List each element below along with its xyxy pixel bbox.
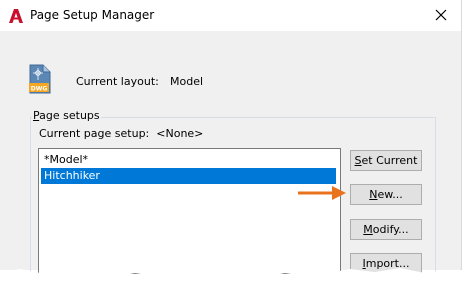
- modify-button[interactable]: Modify...: [350, 219, 422, 240]
- current-page-setup-row: Current page setup: <None>: [39, 127, 203, 140]
- set-current-mnemonic: S: [354, 154, 362, 167]
- modify-rest: odify...: [372, 223, 409, 236]
- set-current-rest: et Current: [361, 154, 418, 167]
- new-rest: ew...: [377, 188, 403, 201]
- page-setup-manager-dialog: Page Setup Manager DWG Current layout: M…: [0, 0, 462, 288]
- page-setups-list[interactable]: *Model* Hitchhiker: [38, 148, 341, 274]
- set-current-button[interactable]: Set Current: [350, 150, 422, 171]
- new-button[interactable]: New...: [350, 184, 422, 205]
- dwg-icon-label: DWG: [31, 86, 48, 93]
- callout-arrow-icon: [298, 186, 346, 200]
- list-item-selected[interactable]: Hitchhiker: [41, 168, 336, 184]
- current-page-setup-value: <None>: [156, 127, 204, 140]
- page-setups-group-title: Page setups: [32, 109, 101, 122]
- current-layout-value: Model: [170, 75, 204, 88]
- title-bar: Page Setup Manager: [0, 0, 461, 31]
- current-layout-label: Current layout:: [76, 75, 159, 88]
- window-title: Page Setup Manager: [30, 8, 155, 22]
- group-title-rest: age setups: [39, 109, 100, 122]
- current-page-setup-label: Current page setup:: [39, 127, 150, 140]
- list-item[interactable]: *Model*: [41, 152, 336, 168]
- dwg-file-icon: DWG: [29, 64, 51, 94]
- autocad-logo-icon: [9, 9, 23, 23]
- torn-edge: [0, 268, 462, 302]
- modify-mnemonic: M: [363, 223, 373, 236]
- close-icon[interactable]: [430, 4, 452, 26]
